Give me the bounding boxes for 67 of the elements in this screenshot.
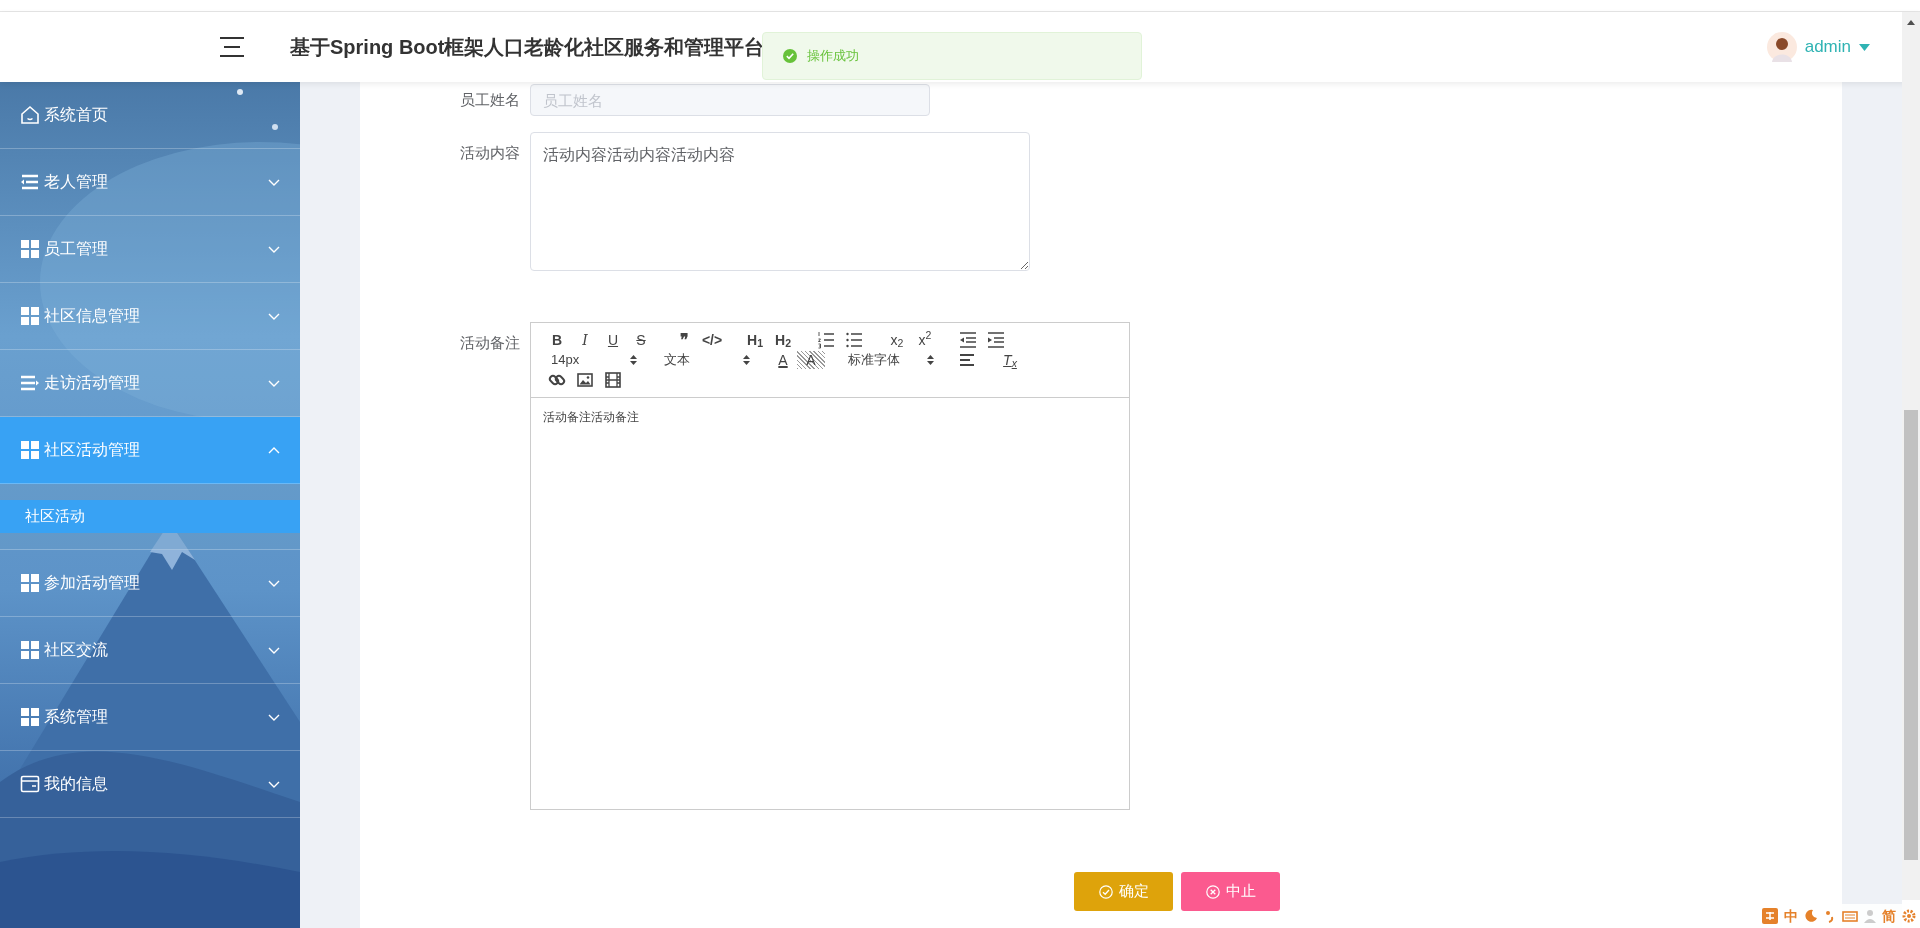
scroll-up-icon[interactable] [1907, 20, 1915, 25]
film-icon [604, 371, 622, 389]
numbered-list-icon [817, 331, 835, 349]
text-color-button[interactable]: A [769, 351, 797, 369]
keyboard-logo-icon [1762, 908, 1778, 924]
chevron-down-icon [268, 780, 280, 788]
toast-text: 操作成功 [807, 47, 859, 66]
image-icon [576, 371, 594, 389]
person-icon [1864, 909, 1876, 923]
list-icon [20, 172, 40, 192]
heading-button[interactable]: H$_{2}$ [769, 331, 797, 349]
grid-icon [20, 640, 40, 660]
up-down-caret-icon [927, 355, 934, 365]
grid-icon [20, 440, 40, 460]
app-title: 基于Spring Boot框架人口老龄化社区服务和管理平台 [290, 35, 765, 60]
italic-button[interactable]: I [571, 331, 599, 349]
chevron-down-icon [268, 379, 280, 387]
align-left-icon [958, 351, 976, 369]
menu-icon [218, 36, 246, 58]
wallet-icon [20, 774, 40, 794]
clear-format-button[interactable]: T$_{x}$ [996, 351, 1024, 369]
subscript-button[interactable]: x$_{2}$ [883, 331, 911, 349]
check-circle-icon [1098, 884, 1113, 899]
field-label: 员工姓名 [459, 90, 521, 110]
field-label: 活动备注 [459, 333, 521, 353]
punctuation-icon [1824, 909, 1836, 923]
scroll-thumb[interactable] [1904, 410, 1918, 860]
chevron-down-icon [268, 579, 280, 587]
outdent-icon [959, 331, 977, 349]
chevron-down-icon [268, 312, 280, 320]
field-label: 活动内容 [459, 143, 521, 163]
home-icon [20, 105, 40, 125]
background-color-button[interactable]: A [797, 351, 825, 369]
grid-icon [20, 707, 40, 727]
avatar-icon [1766, 32, 1797, 62]
bullet-list-icon [845, 331, 863, 349]
quote-button[interactable]: ❞ [670, 331, 698, 349]
grid-icon [20, 306, 40, 326]
bold-button[interactable]: B [543, 331, 571, 349]
chevron-down-icon [268, 245, 280, 253]
grid-icon [20, 239, 40, 259]
keyboard-icon [1842, 909, 1858, 923]
grid-icon [20, 573, 40, 593]
list-icon [20, 373, 40, 393]
superscript-button[interactable]: x$^{2}$ [911, 331, 939, 349]
heading-button[interactable]: H$_{1}$ [741, 331, 769, 349]
chevron-down-icon [268, 178, 280, 186]
settings-icon [1902, 909, 1916, 923]
dropdown-caret-icon [1859, 43, 1870, 51]
up-down-caret-icon [743, 355, 750, 365]
strikethrough-button[interactable]: S [627, 331, 655, 349]
underline-button[interactable]: U [599, 331, 627, 349]
chevron-down-icon [268, 713, 280, 721]
chevron-up-icon [268, 446, 280, 454]
chevron-down-icon [268, 646, 280, 654]
success-icon [783, 49, 797, 63]
moon-icon [1804, 909, 1818, 923]
text-area[interactable]: 活动内容活动内容活动内容 [530, 132, 1030, 271]
up-down-caret-icon [630, 355, 637, 365]
code-button[interactable]: </> [698, 331, 726, 349]
dropdown-select[interactable]: 文本 [656, 351, 754, 369]
indent-icon [987, 331, 1005, 349]
close-circle-icon [1205, 884, 1220, 899]
dropdown-select[interactable]: 14px [543, 351, 641, 369]
scrollbar[interactable] [1902, 12, 1920, 900]
dropdown-select[interactable]: 标准字体 [840, 351, 938, 369]
editor-text[interactable]: 活动备注活动备注 [543, 408, 1117, 426]
